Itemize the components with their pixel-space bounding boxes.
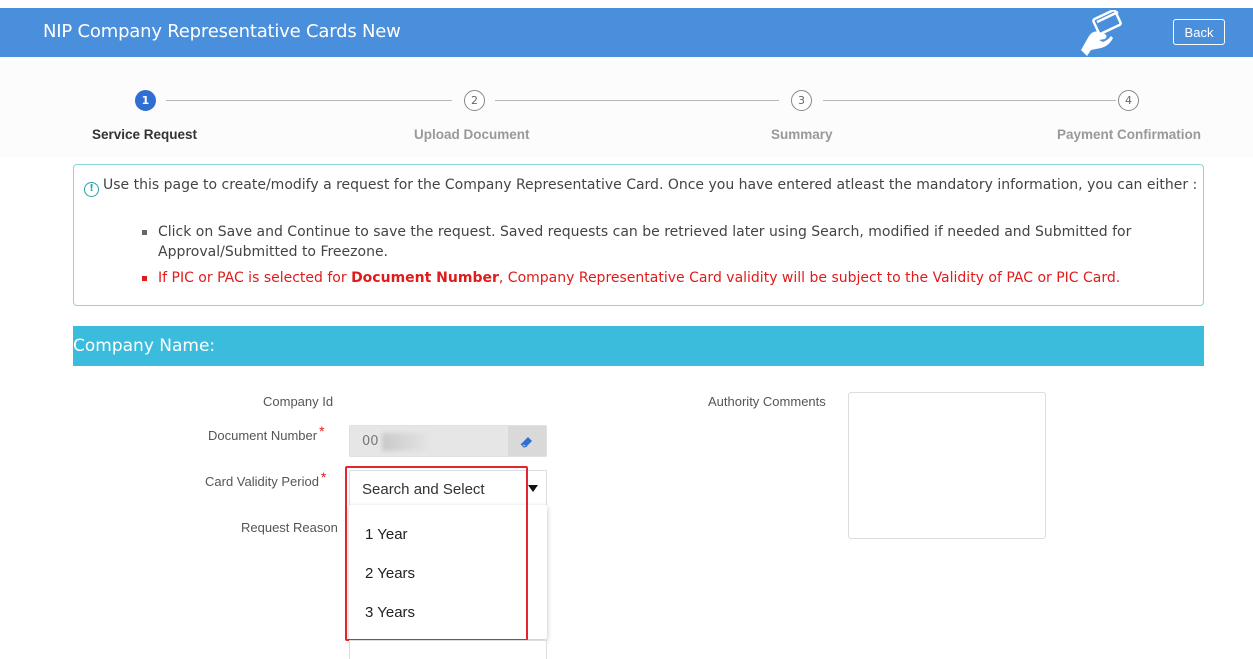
option-3-years[interactable]: 3 Years: [365, 604, 415, 621]
card-payment-icon: [1081, 10, 1122, 56]
company-id-label: Company Id: [263, 394, 334, 409]
step-2-indicator[interactable]: 2: [464, 90, 485, 111]
warning-text-post: , Company Representative Card validity w…: [498, 270, 1121, 286]
authority-comments-label: Authority Comments: [708, 394, 826, 409]
step-4-indicator[interactable]: 4: [1118, 90, 1139, 111]
warning-text-pre: If PIC or PAC is selected for: [158, 270, 352, 286]
document-number-label: Document Number *: [208, 423, 325, 443]
page-title: NIP Company Representative Cards New: [43, 21, 401, 42]
info-list: Click on Save and Continue to save the r…: [142, 222, 1192, 288]
info-bullet-save: Click on Save and Continue to save the r…: [142, 222, 1192, 262]
step-connector: [823, 100, 1116, 101]
info-intro: ! Use this page to create/modify a reques…: [84, 175, 1199, 197]
step-1-label: Service Request: [92, 127, 198, 142]
warning-text-bold: Document Number: [351, 270, 499, 286]
info-intro-text: Use this page to create/modify a request…: [103, 177, 1198, 193]
required-mark: *: [319, 423, 325, 439]
info-panel: ! Use this page to create/modify a reques…: [73, 164, 1204, 306]
step-4-label: Payment Confirmation: [1057, 127, 1202, 142]
eraser-icon: [520, 437, 532, 448]
document-number-field[interactable]: 00: [349, 425, 547, 457]
section-header: Company Name:: [73, 326, 1204, 366]
request-reason-input[interactable]: [349, 640, 547, 659]
info-bullet-warning: If PIC or PAC is selected for Document N…: [142, 268, 1192, 288]
option-2-years[interactable]: 2 Years: [365, 565, 415, 582]
step-connector: [166, 100, 452, 101]
step-3-indicator[interactable]: 3: [791, 90, 812, 111]
card-validity-label-text: Card Validity Period: [205, 474, 319, 489]
document-number-label-text: Document Number: [208, 428, 318, 443]
card-validity-select[interactable]: Search and Select: [349, 470, 547, 506]
card-validity-label: Card Validity Period *: [205, 469, 326, 489]
card-validity-options: 1 Year 2 Years 3 Years: [349, 505, 547, 639]
progress-stepper: 1 2 3 4 Service Request Upload Document …: [0, 57, 1253, 157]
step-1-indicator[interactable]: 1: [135, 90, 156, 111]
clear-document-button[interactable]: [508, 426, 546, 456]
redacted-value: [382, 433, 432, 451]
required-mark: *: [320, 469, 327, 485]
request-reason-label: Request Reason: [241, 520, 338, 535]
card-validity-selected: Search and Select: [362, 481, 485, 498]
back-button[interactable]: Back: [1173, 19, 1225, 45]
step-3-label: Summary: [771, 127, 833, 142]
document-number-value: 00: [362, 434, 379, 449]
app-header: NIP Company Representative Cards New Bac…: [0, 8, 1253, 57]
step-connector: [495, 100, 779, 101]
section-title: Company Name:: [73, 336, 216, 356]
step-2-label: Upload Document: [414, 127, 530, 142]
caret-down-icon[interactable]: [528, 485, 538, 492]
info-icon: !: [84, 181, 99, 197]
authority-comments-input[interactable]: [848, 392, 1046, 539]
option-1-year[interactable]: 1 Year: [365, 526, 408, 543]
